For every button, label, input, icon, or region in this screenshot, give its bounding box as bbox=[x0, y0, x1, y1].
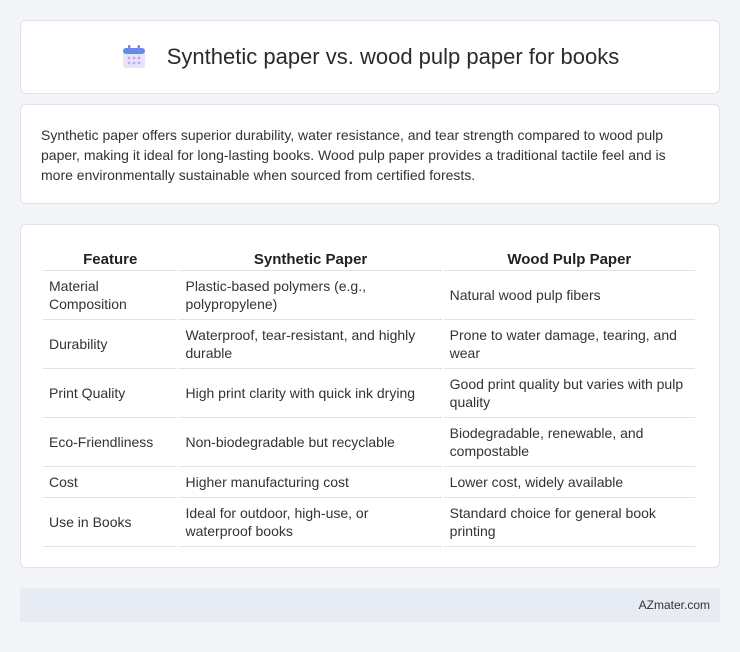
feature-cell: Use in Books bbox=[43, 498, 178, 547]
header-synthetic-paper: Synthetic Paper bbox=[179, 245, 442, 271]
comparison-table: Feature Synthetic Paper Wood Pulp Paper … bbox=[41, 245, 697, 547]
wood-pulp-cell: Standard choice for general book printin… bbox=[443, 498, 695, 547]
table-row: Cost Higher manufacturing cost Lower cos… bbox=[43, 467, 695, 498]
synthetic-cell: Ideal for outdoor, high-use, or waterpro… bbox=[179, 498, 442, 547]
table-row: Eco-Friendliness Non-biodegradable but r… bbox=[43, 418, 695, 467]
synthetic-cell: Waterproof, tear-resistant, and highly d… bbox=[179, 320, 442, 369]
feature-cell: Print Quality bbox=[43, 369, 178, 418]
summary-text: Synthetic paper offers superior durabili… bbox=[41, 127, 666, 183]
footer-bar: AZmater.com bbox=[20, 588, 720, 622]
calendar-icon bbox=[121, 44, 147, 70]
synthetic-cell: Plastic-based polymers (e.g., polypropyl… bbox=[179, 271, 442, 320]
synthetic-cell: Non-biodegradable but recyclable bbox=[179, 418, 442, 467]
header-feature: Feature bbox=[43, 245, 178, 271]
wood-pulp-cell: Good print quality but varies with pulp … bbox=[443, 369, 695, 418]
feature-cell: Material Composition bbox=[43, 271, 178, 320]
synthetic-cell: Higher manufacturing cost bbox=[179, 467, 442, 498]
page-title: Synthetic paper vs. wood pulp paper for … bbox=[166, 44, 620, 69]
table-row: Durability Waterproof, tear-resistant, a… bbox=[43, 320, 695, 369]
header-wood-pulp-paper: Wood Pulp Paper bbox=[443, 245, 695, 271]
table-row: Material Composition Plastic-based polym… bbox=[43, 271, 695, 320]
synthetic-cell: High print clarity with quick ink drying bbox=[179, 369, 442, 418]
title-card: Synthetic paper vs. wood pulp paper for … bbox=[20, 20, 720, 94]
feature-cell: Durability bbox=[43, 320, 178, 369]
wood-pulp-cell: Natural wood pulp fibers bbox=[443, 271, 695, 320]
wood-pulp-cell: Prone to water damage, tearing, and wear bbox=[443, 320, 695, 369]
table-header-row: Feature Synthetic Paper Wood Pulp Paper bbox=[43, 245, 695, 271]
table-row: Print Quality High print clarity with qu… bbox=[43, 369, 695, 418]
summary-card: Synthetic paper offers superior durabili… bbox=[20, 104, 720, 204]
wood-pulp-cell: Lower cost, widely available bbox=[443, 467, 695, 498]
feature-cell: Eco-Friendliness bbox=[43, 418, 178, 467]
footer-brand[interactable]: AZmater.com bbox=[639, 598, 710, 612]
wood-pulp-cell: Biodegradable, renewable, and compostabl… bbox=[443, 418, 695, 467]
comparison-table-card: Feature Synthetic Paper Wood Pulp Paper … bbox=[20, 224, 720, 568]
table-row: Use in Books Ideal for outdoor, high-use… bbox=[43, 498, 695, 547]
feature-cell: Cost bbox=[43, 467, 178, 498]
